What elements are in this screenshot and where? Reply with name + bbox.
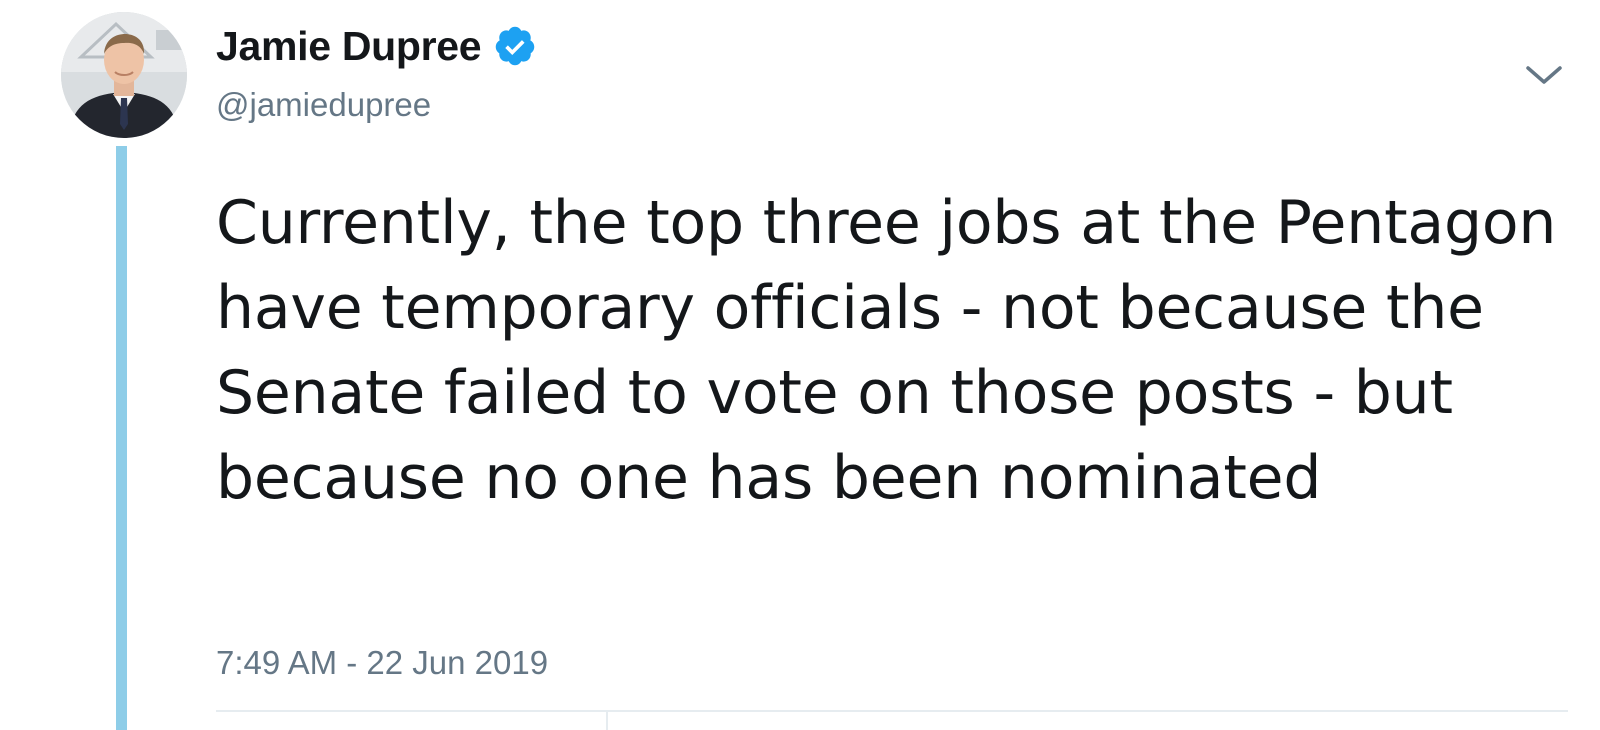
chevron-down-icon[interactable] — [1524, 60, 1564, 90]
divider — [216, 710, 1568, 712]
author-handle[interactable]: @jamiedupree — [216, 86, 431, 124]
tweet-card: Jamie Dupree @jamiedupree Currently, the… — [0, 0, 1600, 730]
divider-tick — [606, 712, 608, 730]
author-name-row[interactable]: Jamie Dupree — [216, 18, 537, 74]
profile-photo-icon — [61, 12, 187, 138]
tweet-timestamp[interactable]: 7:49 AM - 22 Jun 2019 — [216, 644, 548, 682]
author-display-name[interactable]: Jamie Dupree — [216, 23, 482, 70]
tweet-text: Currently, the top three jobs at the Pen… — [216, 188, 1557, 513]
avatar[interactable] — [61, 12, 187, 138]
thread-line — [116, 146, 127, 730]
verified-badge-icon — [493, 24, 537, 68]
